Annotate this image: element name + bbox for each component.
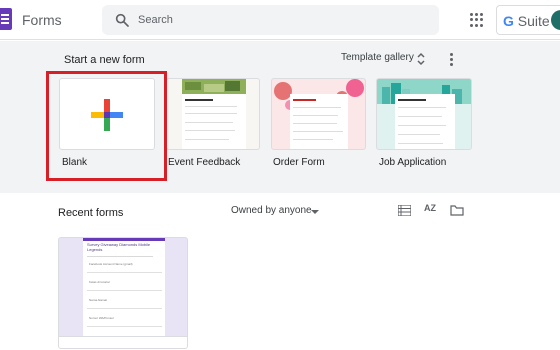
forms-logo-icon[interactable] (0, 8, 12, 30)
recent-form-field: Kelas di tutorial (87, 279, 162, 291)
unfold-more-icon[interactable] (416, 52, 426, 66)
recent-form-preview-line (87, 256, 153, 257)
order-form-preview (274, 79, 364, 149)
app-title[interactable]: Forms (22, 12, 62, 28)
event-feedback-template-card[interactable] (166, 78, 260, 150)
recent-form-title: Survey Giveaway Diamonds Mobile Legends (87, 242, 151, 252)
blank-template-label[interactable]: Blank (62, 157, 87, 168)
search-input[interactable] (138, 11, 428, 29)
job-application-preview (377, 79, 471, 149)
search-box[interactable] (102, 5, 439, 35)
recent-form-card[interactable]: Survey Giveaway Diamonds Mobile Legends … (58, 237, 188, 349)
search-icon[interactable] (114, 12, 130, 28)
top-bar: Forms G Suite (0, 0, 560, 40)
job-application-template-card[interactable] (376, 78, 472, 150)
recent-form-footer (59, 336, 187, 348)
recent-form-field: Facebook Account Name (gmail) (87, 261, 162, 273)
owned-by-filter[interactable]: Owned by anyone (231, 205, 312, 219)
job-application-template-label[interactable]: Job Application (379, 157, 446, 168)
order-form-template-label[interactable]: Order Form (273, 157, 325, 168)
chevron-down-icon[interactable] (311, 210, 319, 216)
recent-form-field: Nomor WA/Ponsel (87, 315, 162, 327)
event-feedback-template-label[interactable]: Event Feedback (168, 157, 240, 168)
template-gallery-section: Start a new form Template gallery Blank … (0, 41, 560, 193)
folder-icon[interactable] (450, 205, 464, 216)
start-new-form-title: Start a new form (64, 54, 145, 66)
sort-az-icon[interactable]: AZ (424, 203, 440, 217)
recent-form-field: Nama Alamat (87, 297, 162, 309)
plus-icon (91, 99, 123, 131)
apps-grid-icon[interactable] (470, 13, 484, 27)
recent-forms-title: Recent forms (58, 207, 124, 219)
list-view-icon[interactable] (398, 205, 411, 216)
gsuite-label: G Suite (503, 13, 550, 29)
blank-template-card[interactable] (59, 78, 155, 150)
event-feedback-preview (182, 79, 246, 149)
more-options-icon[interactable] (450, 53, 454, 66)
order-form-template-card[interactable] (271, 78, 366, 150)
template-gallery-button[interactable]: Template gallery (341, 52, 414, 68)
